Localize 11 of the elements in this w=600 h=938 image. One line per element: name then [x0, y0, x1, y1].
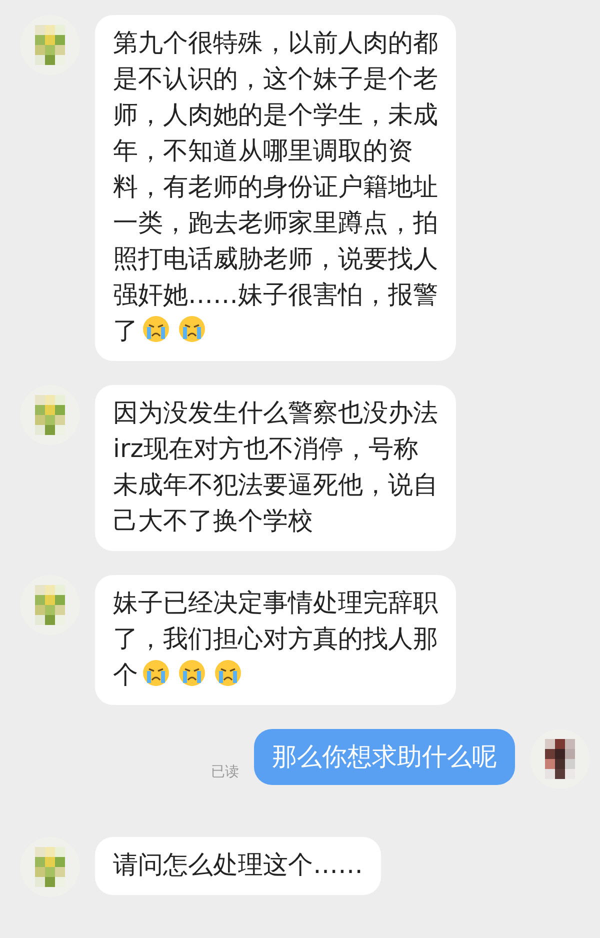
message-bubble: 妹子已经决定事情处理完辞职了，我们担心对方真的找人那个	[95, 575, 456, 705]
message-bubble: 因为没发生什么警察也没办法irz现在对方也不消停，号称未成年不犯法要逼死他，说自己大不了换个学校	[95, 385, 456, 551]
crying-face-icon	[177, 658, 207, 688]
read-receipt: 已读	[211, 763, 239, 781]
message-bubble: 请问怎么处理这个……	[95, 837, 381, 895]
crying-face-icon	[141, 314, 171, 344]
message-bubble: 那么你想求助什么呢	[254, 729, 515, 785]
crying-face-icon	[213, 658, 243, 688]
crying-face-icon	[141, 658, 171, 688]
message-bubble: 第九个很特殊，以前人肉的都是不认识的，这个妹子是个老师，人肉她的是个学生，未成年，不知道从哪里调取的资料，有老师的身份证户籍地址一类，跑去老师家里蹲点，拍照打电话威胁老师，说要找人强奸她……妹子很害怕，报警了	[95, 15, 456, 361]
crying-face-icon	[177, 314, 207, 344]
